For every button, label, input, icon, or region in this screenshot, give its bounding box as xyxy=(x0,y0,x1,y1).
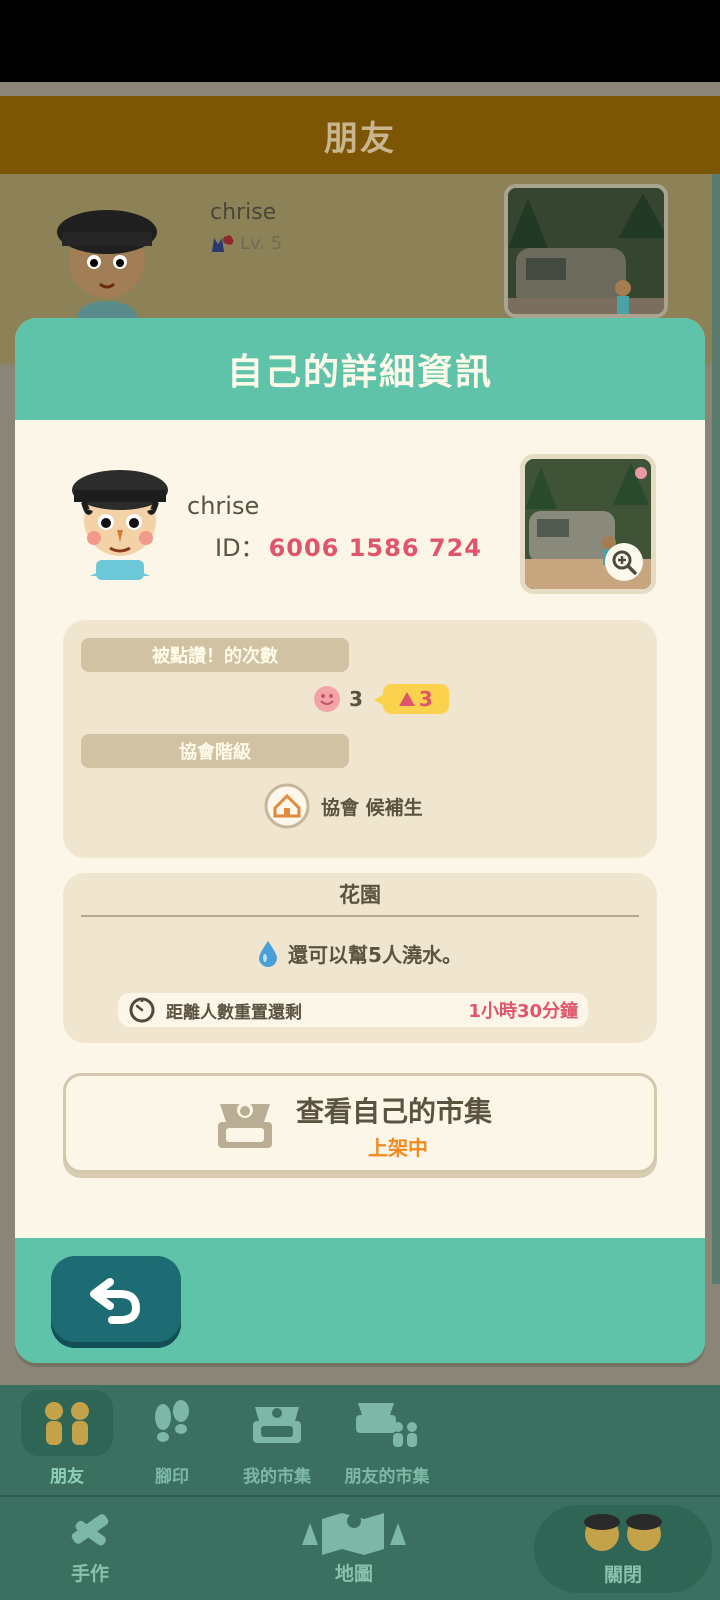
background-friend-name: chrise xyxy=(210,200,277,225)
modal-title: 自己的詳細資訊 xyxy=(226,352,493,393)
garden-divider xyxy=(81,915,639,917)
self-name: chrise xyxy=(187,492,260,520)
subnav-my-market[interactable]: 我的市集 xyxy=(227,1385,327,1493)
subnav-friends[interactable]: 朋友 xyxy=(17,1385,117,1493)
mainnav-close-label: 關閉 xyxy=(603,1563,642,1586)
timer-icon xyxy=(129,997,155,1023)
background-avatar-icon xyxy=(57,210,157,322)
mainnav-craft[interactable]: 手作 xyxy=(60,1505,120,1586)
zoom-photo-button[interactable] xyxy=(605,543,643,581)
market-status: 上架中 xyxy=(368,1136,428,1160)
self-id-label: ID： xyxy=(215,534,265,562)
mainnav-craft-label: 手作 xyxy=(70,1563,109,1585)
garden-title: 花園 xyxy=(339,883,381,907)
likes-section-label: 被點讚！的次數 xyxy=(81,638,349,672)
likes-increase-badge: 3 xyxy=(373,684,449,714)
close-people-icon xyxy=(584,1513,662,1551)
zoom-in-icon xyxy=(612,550,637,575)
mainnav-close[interactable]: 關閉 xyxy=(534,1505,712,1593)
sub-navigation: 朋友 腳印 我的市集 朋友的市集 xyxy=(0,1385,720,1495)
background-level-text: Lv. 5 xyxy=(240,232,283,254)
association-badge-icon xyxy=(264,783,310,829)
camper-photo-icon xyxy=(508,188,664,314)
rank-row: 協會 候補生 xyxy=(263,782,423,830)
map-icon xyxy=(302,1513,406,1555)
main-navigation: 手作 地圖 關閉 xyxy=(0,1495,720,1600)
self-avatar-icon xyxy=(72,470,168,580)
self-details-modal: 自己的詳細資訊 chrise ID： 6006 1586 724 被點讚！的次數… xyxy=(15,318,705,1363)
footprint-icon xyxy=(155,1400,189,1442)
garden-reset-value: 1小時30分鐘 xyxy=(468,1001,578,1022)
rank-section-label: 協會階級 xyxy=(81,734,349,768)
cat-heart-icon xyxy=(212,235,234,252)
friends-icon xyxy=(45,1402,89,1445)
triangle-up-icon xyxy=(398,692,415,706)
modal-header: 自己的詳細資訊 xyxy=(15,318,705,420)
modal-footer xyxy=(15,1238,705,1363)
likes-count: 3 xyxy=(349,687,363,711)
background-scroll-edge xyxy=(712,174,720,1284)
subnav-friends-market-label: 朋友的市集 xyxy=(344,1467,430,1487)
subnav-my-market-label: 我的市集 xyxy=(243,1467,311,1487)
back-button[interactable] xyxy=(51,1256,181,1342)
self-id: ID： 6006 1586 724 xyxy=(215,528,482,563)
garden-water-row: 還可以幫5人澆水。 xyxy=(63,939,657,968)
market-text: 查看自己的市集 上架中 xyxy=(296,1090,492,1161)
my-market-icon xyxy=(253,1407,301,1443)
craft-icon xyxy=(71,1514,109,1546)
subnav-my-market-icon-wrap xyxy=(231,1390,323,1456)
likes-row: 3 3 xyxy=(313,684,449,714)
subnav-friends-market[interactable]: 朋友的市集 xyxy=(332,1385,442,1493)
garden-water-text: 還可以幫5人澆水。 xyxy=(288,943,462,967)
status-bar xyxy=(0,0,720,82)
garden-reset-label: 距離人數重置還剩 xyxy=(166,1002,302,1023)
background-header: 朋友 xyxy=(0,96,720,174)
rank-value: 協會 候補生 xyxy=(321,796,423,819)
market-box-icon xyxy=(218,1102,272,1148)
garden-timer: 距離人數重置還剩 1小時30分鐘 xyxy=(118,993,588,1027)
background-header-title: 朋友 xyxy=(324,118,396,159)
subnav-footprints-icon-wrap xyxy=(126,1390,218,1456)
garden-card: 花園 還可以幫5人澆水。 距離人數重置還剩 1小時30分鐘 xyxy=(63,873,657,1043)
smile-icon xyxy=(314,686,340,712)
self-id-value: 6006 1586 724 xyxy=(268,534,482,562)
background-photo xyxy=(504,184,668,318)
friends-market-icon xyxy=(356,1403,417,1447)
market-title: 查看自己的市集 xyxy=(296,1095,493,1128)
likes-rank-card: 被點讚！的次數 3 3 協會階級 協會 候補生 xyxy=(63,620,657,858)
likes-increase-count: 3 xyxy=(418,687,433,711)
subnav-footprints-label: 腳印 xyxy=(155,1467,189,1487)
subnav-friends-market-icon-wrap xyxy=(341,1390,433,1456)
subnav-friends-label: 朋友 xyxy=(50,1467,84,1487)
view-my-market-button[interactable]: 查看自己的市集 上架中 xyxy=(63,1073,657,1173)
back-arrow-icon xyxy=(90,1278,141,1324)
subnav-friends-icon-wrap xyxy=(21,1390,113,1456)
mainnav-map-label: 地圖 xyxy=(334,1563,373,1585)
mainnav-map[interactable]: 地圖 xyxy=(292,1505,416,1586)
subnav-footprints[interactable]: 腳印 xyxy=(122,1385,222,1493)
background-friend-level: Lv. 5 xyxy=(210,232,282,254)
water-drop-icon xyxy=(259,940,278,967)
